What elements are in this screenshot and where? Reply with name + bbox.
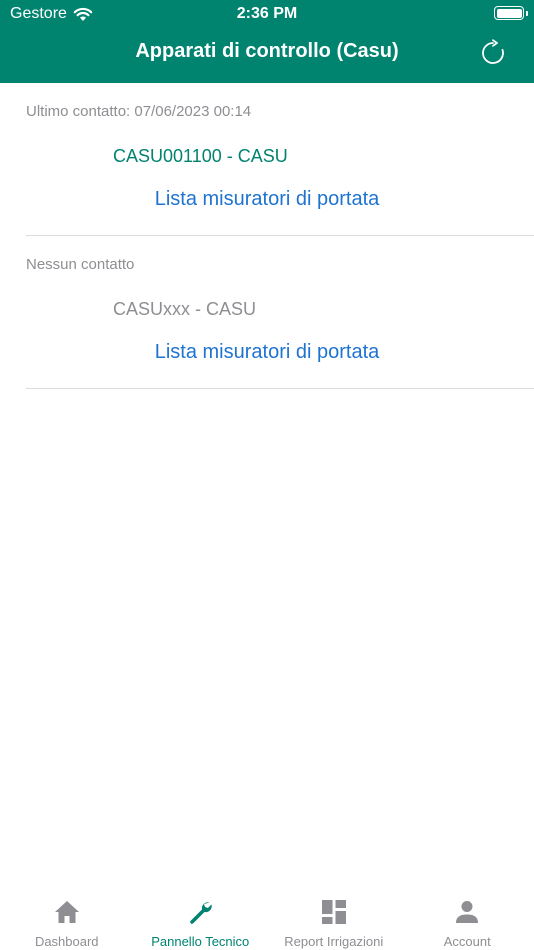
page-title: Apparati di controllo (Casu) <box>135 40 399 62</box>
flow-meters-list-link[interactable]: Lista misuratori di portata <box>0 188 534 211</box>
home-icon <box>53 898 81 926</box>
refresh-button[interactable] <box>478 38 508 68</box>
last-contact-label: Ultimo contatto: 07/06/2023 00:14 <box>26 103 252 120</box>
status-bar: Gestore 2:36 PM <box>0 0 534 30</box>
refresh-icon <box>482 39 504 64</box>
device-name: CASUxxx - CASU <box>113 299 257 319</box>
device-name: CASU001100 - CASU <box>113 146 288 166</box>
device-list: Ultimo contatto: 07/06/2023 00:14 CASU00… <box>0 83 534 389</box>
tab-label: Report Irrigazioni <box>284 934 384 949</box>
tab-report-irrigazioni[interactable]: Report Irrigazioni <box>267 888 401 950</box>
flow-meters-list-link[interactable]: Lista misuratori di portata <box>0 341 534 364</box>
tab-label: Pannello Tecnico <box>151 934 250 949</box>
tab-pannello-tecnico[interactable]: Pannello Tecnico <box>134 888 268 950</box>
battery-level <box>496 8 522 18</box>
last-contact-label: Nessun contatto <box>26 256 135 273</box>
battery-icon <box>494 6 524 20</box>
tab-account[interactable]: Account <box>401 888 534 950</box>
battery-cap <box>526 11 528 16</box>
wrench-icon <box>186 898 214 926</box>
person-icon <box>453 898 481 926</box>
device-card: Nessun contatto CASUxxx - CASU Lista mis… <box>0 236 534 389</box>
tab-bar: Dashboard Pannello Tecnico Report Irriga… <box>0 888 534 950</box>
divider <box>26 388 534 389</box>
device-card: Ultimo contatto: 07/06/2023 00:14 CASU00… <box>0 83 534 236</box>
tab-dashboard[interactable]: Dashboard <box>0 888 134 950</box>
tab-label: Account <box>443 934 491 949</box>
header: Gestore 2:36 PM Apparati di controllo (C… <box>0 0 534 83</box>
tab-label: Dashboard <box>34 934 99 949</box>
grid-icon <box>320 898 348 926</box>
status-time: 2:36 PM <box>236 5 298 22</box>
